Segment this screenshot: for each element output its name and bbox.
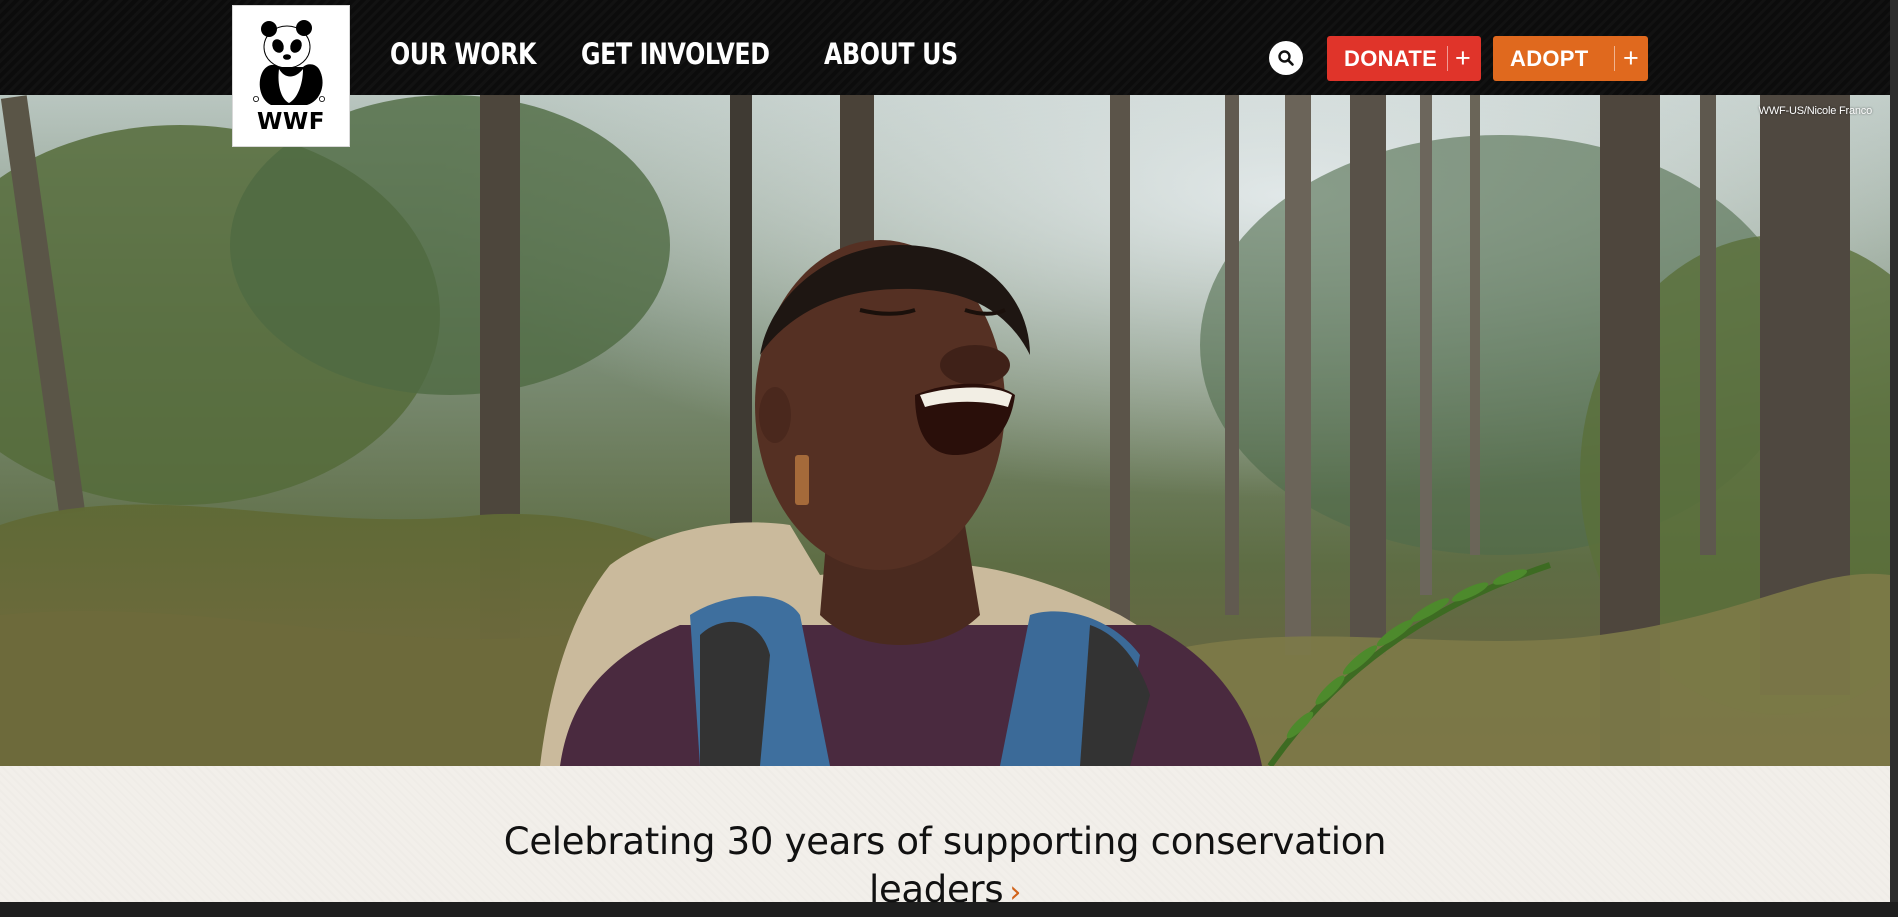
window-edge bbox=[1890, 0, 1898, 902]
main-menu: OUR WORK GET INVOLVED ABOUT US bbox=[390, 34, 987, 74]
search-button[interactable] bbox=[1269, 41, 1303, 75]
chevron-right-icon: › bbox=[1009, 875, 1022, 910]
adopt-divider bbox=[1614, 46, 1615, 71]
search-icon bbox=[1278, 50, 1294, 66]
donate-button[interactable]: DONATE + bbox=[1327, 36, 1481, 81]
caption-link[interactable]: Celebrating 30 years of supporting conse… bbox=[475, 818, 1415, 917]
caption-headline: Celebrating 30 years of supporting conse… bbox=[503, 820, 1387, 911]
hero-photo bbox=[0, 95, 1890, 766]
donate-label: DONATE bbox=[1344, 45, 1438, 71]
donate-divider bbox=[1447, 46, 1448, 71]
photo-credit: WWF-US/Nicole Franco bbox=[1758, 105, 1873, 117]
wwf-logo[interactable]: WWF bbox=[232, 5, 350, 147]
hero-image: WWF-US/Nicole Franco bbox=[0, 95, 1890, 766]
nav-about-us[interactable]: ABOUT US bbox=[824, 34, 958, 74]
logo-wordmark: WWF bbox=[257, 109, 325, 135]
nav-get-involved[interactable]: GET INVOLVED bbox=[581, 34, 770, 74]
adopt-plus-icon[interactable]: + bbox=[1623, 42, 1639, 74]
donate-plus-icon[interactable]: + bbox=[1455, 42, 1471, 74]
nav-our-work[interactable]: OUR WORK bbox=[390, 34, 536, 74]
caption-bar: Celebrating 30 years of supporting conse… bbox=[0, 766, 1890, 911]
panda-logo-icon bbox=[253, 20, 326, 105]
adopt-label: ADOPT bbox=[1510, 45, 1589, 71]
adopt-button[interactable]: ADOPT + bbox=[1493, 36, 1648, 81]
